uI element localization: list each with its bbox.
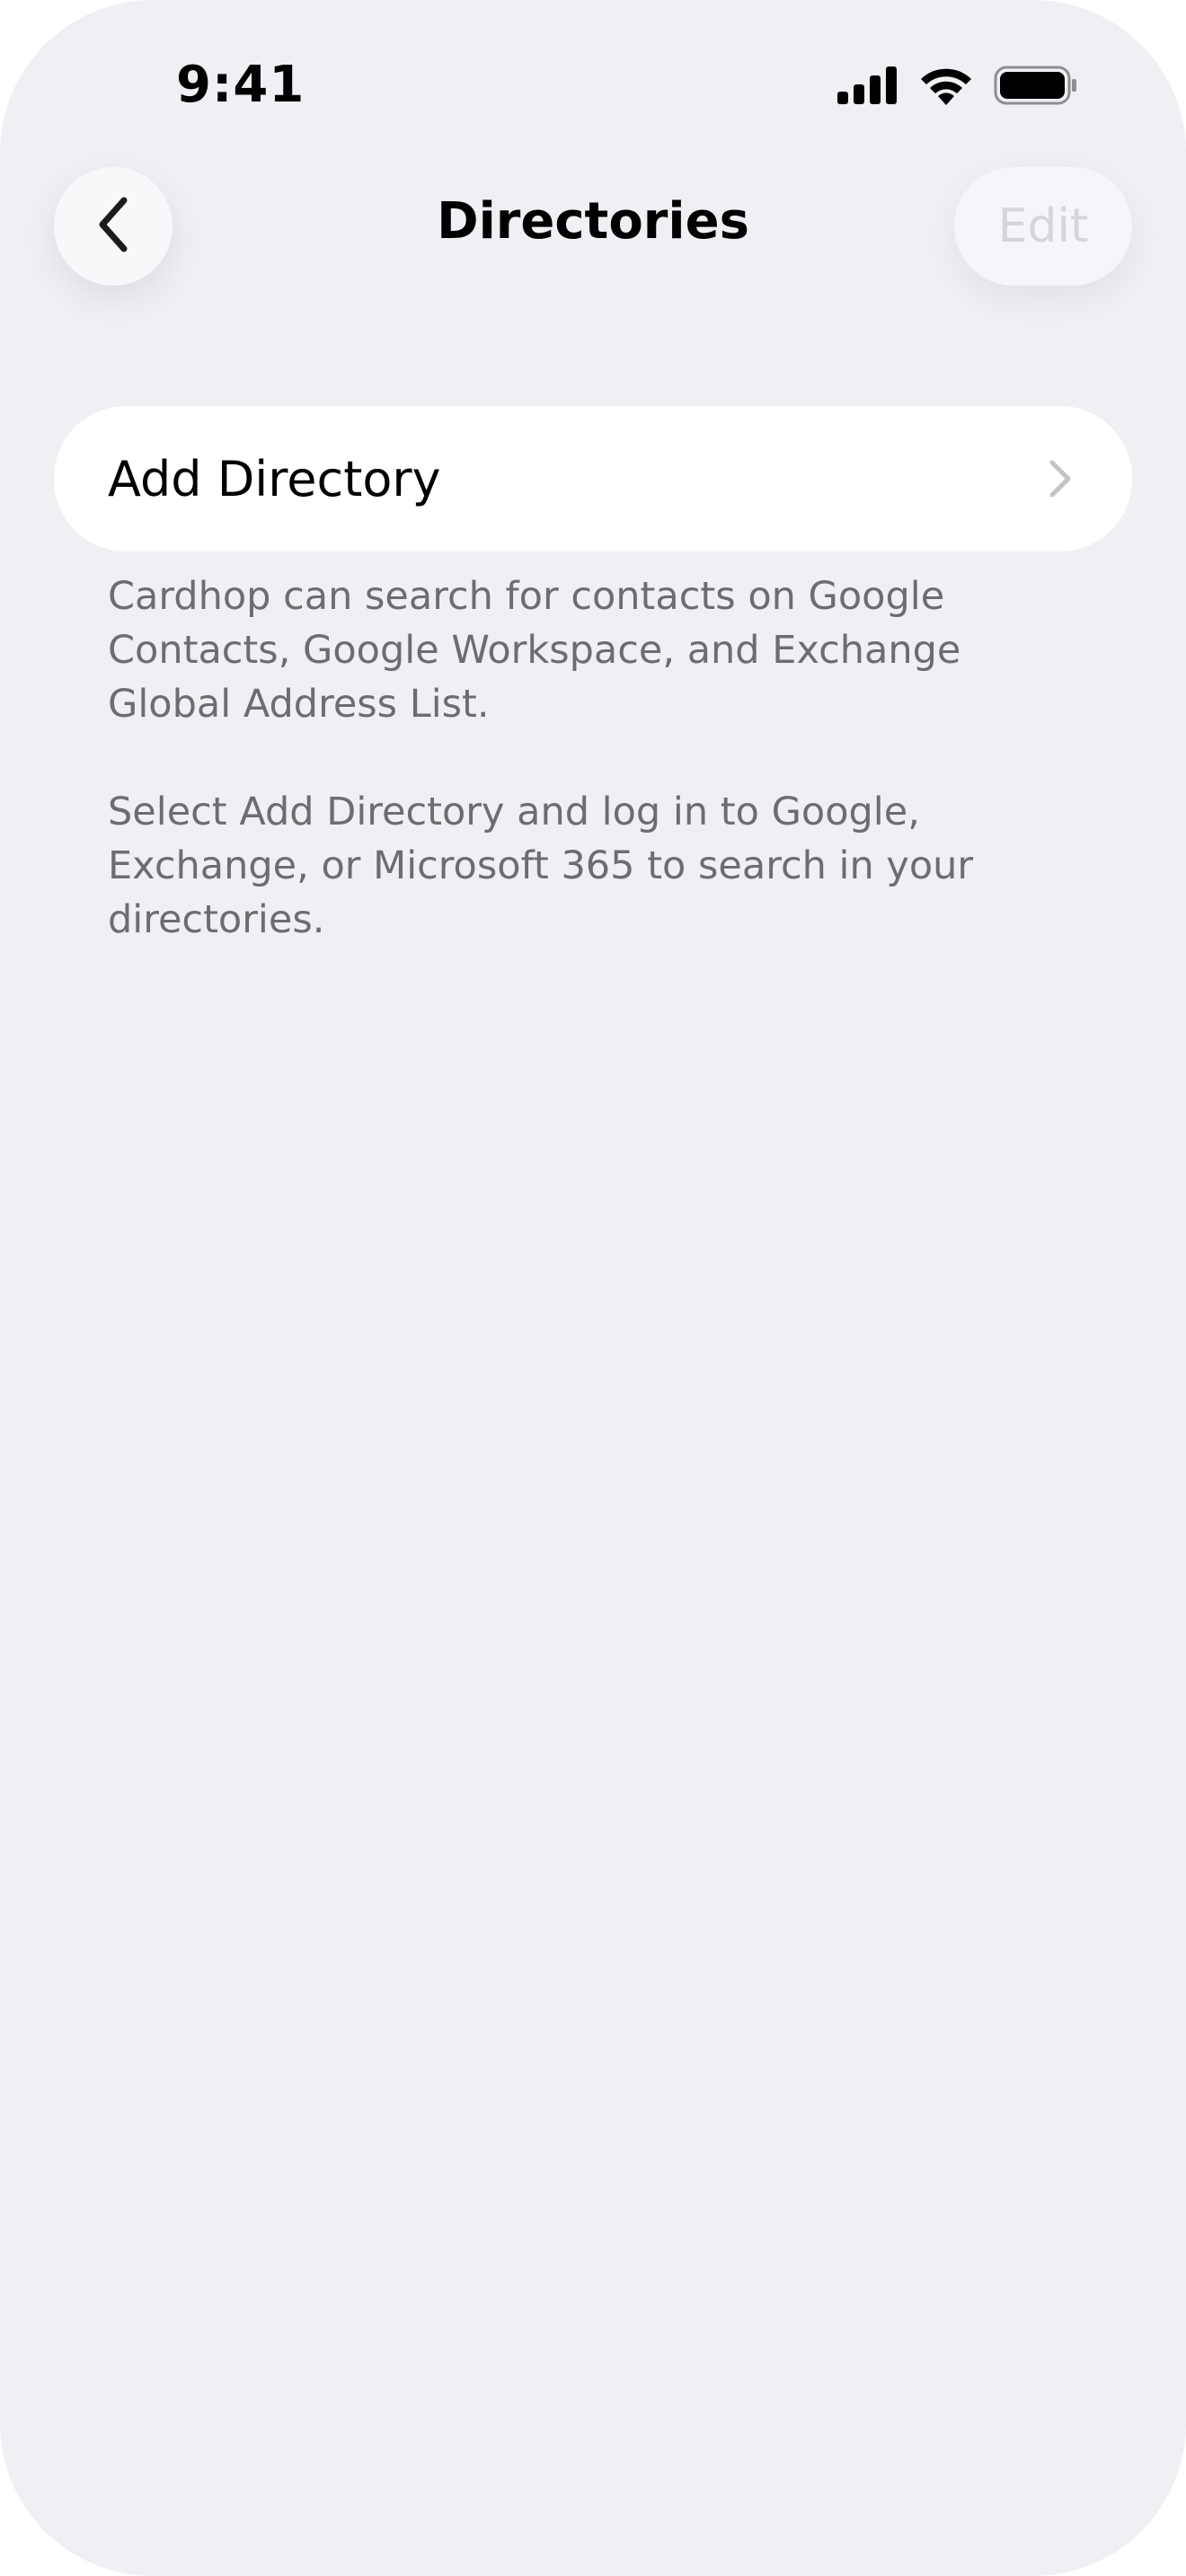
chevron-right-icon [1042,452,1078,506]
cellular-signal-icon [837,66,898,108]
wifi-icon [918,66,974,109]
footer-description: Cardhop can search for contacts on Googl… [108,574,961,727]
add-directory-row[interactable]: Add Directory [54,406,1132,551]
screen: 9:41 Directories Edit Add Directory Card… [0,0,1186,2576]
footer-instructions: Select Add Directory and log in to Googl… [108,790,974,942]
edit-button[interactable]: Edit [954,167,1132,286]
battery-icon [994,66,1078,109]
status-time: 9:41 [176,56,305,114]
add-directory-label: Add Directory [108,450,441,507]
status-icons [837,66,1078,108]
